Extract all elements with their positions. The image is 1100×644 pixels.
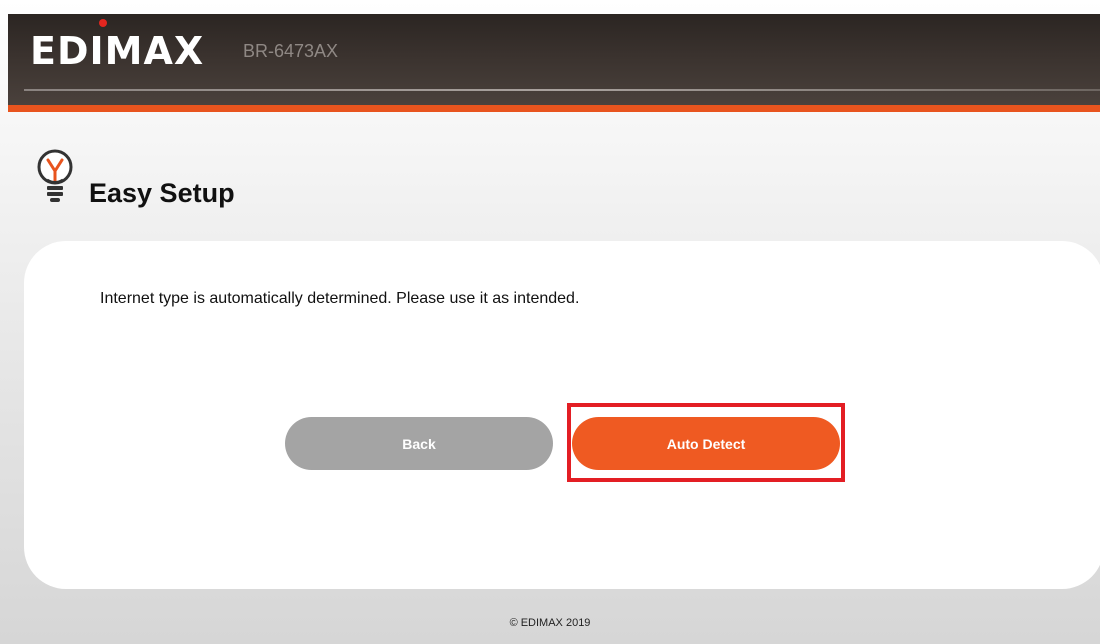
page-title: Easy Setup [89, 178, 235, 208]
logo-dot [99, 19, 107, 27]
copyright-footer: © EDIMAX 2019 [509, 617, 591, 629]
lightbulb-icon [37, 149, 73, 202]
header-divider [24, 89, 1100, 91]
info-message: Internet type is automatically determine… [100, 290, 580, 307]
header-bar: EDIMAX BR-6473AX [8, 14, 1100, 105]
auto-detect-button[interactable]: Auto Detect [572, 417, 840, 470]
page: EDIMAX BR-6473AX Easy Setup Internet typ… [0, 0, 1100, 644]
brand-logo: EDIMAX [30, 29, 205, 73]
setup-card: Internet type is automatically determine… [24, 241, 1100, 589]
model-name: BR-6473AX [243, 41, 339, 61]
accent-bar [8, 105, 1100, 112]
back-button[interactable]: Back [285, 417, 553, 470]
